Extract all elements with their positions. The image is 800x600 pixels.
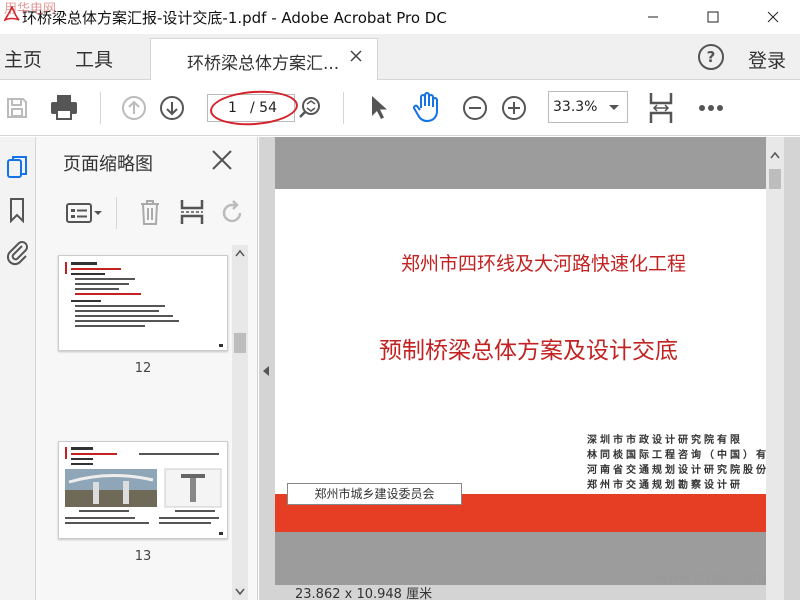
scroll-up-icon[interactable] <box>770 151 780 159</box>
panel-toolbar <box>36 187 258 237</box>
close-icon <box>767 11 779 23</box>
bookmark-icon <box>10 198 24 223</box>
zoom-out-button[interactable] <box>461 94 489 122</box>
zoom-navigate-icon <box>299 97 320 118</box>
next-page-button[interactable] <box>158 94 186 122</box>
tab-tools[interactable]: 工具 <box>75 45 113 72</box>
options-menu-icon <box>66 203 102 223</box>
page-top-band <box>275 137 766 189</box>
toolbar-separator <box>343 92 344 124</box>
left-rail <box>0 137 36 600</box>
thumbnail-scrollbar[interactable] <box>232 245 248 600</box>
thumbnail-page-number: 12 <box>134 361 152 376</box>
collapse-panel-icon[interactable] <box>263 366 269 376</box>
select-tool-button[interactable] <box>364 92 392 122</box>
cursor-arrow-icon <box>372 96 387 119</box>
main-toolbar: / 54 33.3% <box>0 80 800 136</box>
arrow-up-circle-icon <box>122 96 146 120</box>
pages-icon <box>7 156 27 178</box>
organization-name: 深圳市市政设计研究院有限 <box>587 435 743 446</box>
document-scrollbar[interactable] <box>766 137 784 600</box>
close-tab-icon[interactable] <box>350 50 362 62</box>
panel-separator <box>116 197 117 229</box>
scroll-down-icon[interactable] <box>235 588 245 596</box>
maximize-icon <box>707 11 719 23</box>
page-thumbnail[interactable] <box>58 255 228 351</box>
hand-icon <box>413 92 438 123</box>
zoom-in-button[interactable] <box>500 94 528 122</box>
close-window-button[interactable] <box>750 0 796 34</box>
extract-pages-button[interactable] <box>178 197 206 227</box>
thumbnails-panel: 页面缩略图 12 13 <box>36 137 258 600</box>
scroll-up-icon[interactable] <box>235 249 245 257</box>
watermark-bottom-right: www.cfdao.com <box>656 570 767 586</box>
arrow-down-circle-icon <box>160 96 184 120</box>
thumbnail-list: 12 13 <box>36 245 258 600</box>
print-button[interactable] <box>48 92 80 122</box>
committee-label: 郑州市城乡建设委员会 <box>287 483 462 505</box>
more-tools-button[interactable] <box>696 98 726 118</box>
scrollbar-thumb[interactable] <box>769 169 781 189</box>
tab-document[interactable]: 环桥梁总体方案汇... <box>150 38 378 80</box>
more-dots-icon <box>699 105 723 111</box>
page-size-status: 23.862 x 10.948 厘米 <box>295 587 433 600</box>
maximize-button[interactable] <box>690 0 736 34</box>
trash-icon <box>141 200 159 225</box>
thumbnail-page-number: 13 <box>134 549 152 564</box>
zoom-in-icon <box>502 96 526 120</box>
zoom-level-select[interactable]: 33.3% <box>548 91 628 123</box>
organization-name: 河南省交通规划设计研究院股份有 <box>587 465 766 476</box>
toolbar-separator <box>100 92 101 124</box>
title-bar: 环桥梁总体方案汇报-设计交底-1.pdf - Adobe Acrobat Pro… <box>0 0 800 34</box>
organization-name: 郑州市交通规划勘察设计研 <box>587 480 743 491</box>
thumbnail-options-button[interactable] <box>64 199 104 227</box>
scrollbar-thumb[interactable] <box>234 333 246 353</box>
minimize-icon <box>648 16 658 18</box>
document-heading: 预制桥梁总体方案及设计交底 <box>379 338 678 364</box>
rotate-page-button[interactable] <box>218 197 246 227</box>
zoom-out-icon <box>463 96 487 120</box>
thumbnail-preview <box>65 447 223 535</box>
page-thumbnail[interactable] <box>58 441 228 539</box>
attachments-button[interactable] <box>4 237 30 267</box>
page-thumbnails-button[interactable] <box>4 153 30 181</box>
hand-tool-button[interactable] <box>410 90 444 124</box>
tab-home[interactable]: 主页 <box>4 45 42 72</box>
project-title: 郑州市四环线及大河路快速化工程 <box>401 253 687 275</box>
close-panel-icon[interactable] <box>211 149 233 171</box>
organization-list: 深圳市市政设计研究院有限 林同棪国际工程咨询（中国）有限 河南省交通规划设计研究… <box>587 433 766 493</box>
previous-page-button[interactable] <box>120 94 148 122</box>
organization-name: 林同棪国际工程咨询（中国）有限 <box>587 450 766 461</box>
save-icon <box>7 98 27 118</box>
window-title: 环桥梁总体方案汇报-设计交底-1.pdf - Adobe Acrobat Pro… <box>22 9 447 27</box>
rotate-icon <box>222 200 242 223</box>
document-tab-label: 环桥梁总体方案汇... <box>187 54 340 74</box>
bookmarks-button[interactable] <box>4 195 30 225</box>
thumbnail-preview <box>65 262 223 347</box>
fit-page-icon <box>649 93 673 123</box>
paperclip-icon <box>6 241 28 266</box>
watermark-top-left: 用华电网 <box>4 2 57 17</box>
print-icon <box>51 95 77 120</box>
tab-bar: 主页 工具 环桥梁总体方案汇... ? 登录 <box>0 34 800 80</box>
delete-page-button[interactable] <box>136 197 164 227</box>
login-button[interactable]: 登录 <box>748 46 786 73</box>
fit-page-button[interactable] <box>646 90 676 126</box>
save-button[interactable] <box>4 94 30 122</box>
page-navigation-button[interactable] <box>297 94 323 120</box>
page-split-icon <box>180 200 204 224</box>
help-button[interactable]: ? <box>698 44 724 70</box>
minimize-button[interactable] <box>630 0 676 34</box>
zoom-level-value: 33.3% <box>553 99 598 115</box>
panel-title: 页面缩略图 <box>63 154 153 175</box>
chevron-down-icon <box>609 105 619 110</box>
pdf-page: 郑州市四环线及大河路快速化工程 预制桥梁总体方案及设计交底 深圳市市政设计研究院… <box>275 137 766 585</box>
